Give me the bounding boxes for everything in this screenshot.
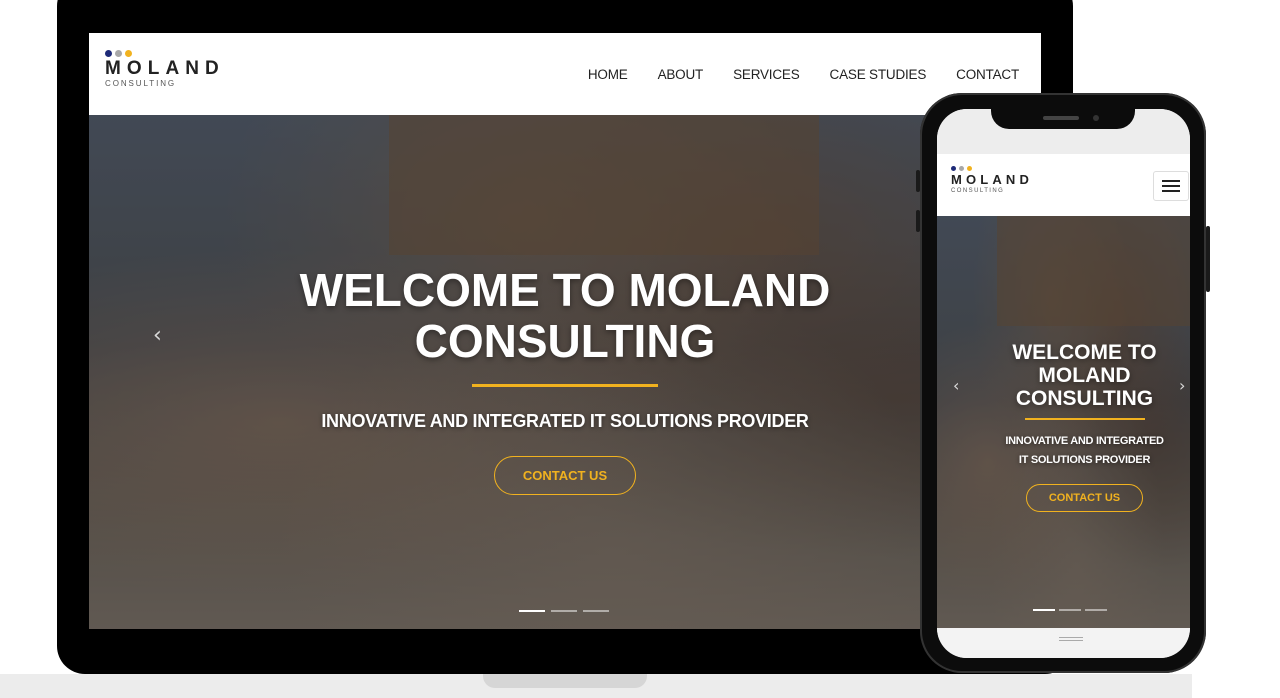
hero-divider bbox=[472, 384, 658, 388]
mobile-hero-title-line3: CONSULTING bbox=[1015, 387, 1154, 411]
logo-tagline: CONSULTING bbox=[105, 79, 177, 88]
laptop-hinge-notch bbox=[483, 674, 647, 688]
phone-camera bbox=[1093, 115, 1099, 121]
phone-speaker bbox=[1043, 116, 1079, 120]
logo-wordmark: MOLAND bbox=[105, 58, 225, 79]
nav-services[interactable]: SERVICES bbox=[733, 67, 800, 82]
carousel-indicators bbox=[519, 610, 609, 612]
contact-us-button[interactable]: CONTACT US bbox=[493, 456, 637, 496]
logo[interactable]: MOLAND CONSULTING bbox=[105, 50, 225, 88]
chevron-left-icon[interactable]: ‹ bbox=[953, 376, 959, 395]
hero-content: WELCOME TO MOLAND CONSULTING INNOVATIVE … bbox=[89, 265, 1041, 496]
hamburger-icon[interactable] bbox=[1153, 171, 1189, 201]
carousel-indicator[interactable] bbox=[1033, 609, 1055, 611]
carousel-indicator[interactable] bbox=[551, 610, 577, 612]
logo-wordmark: MOLAND bbox=[951, 172, 1034, 187]
carousel-indicators bbox=[1033, 609, 1107, 611]
mobile-hero-title: WELCOME TO MOLAND CONSULTING bbox=[979, 341, 1190, 410]
mobile-hero-title-line2: MOLAND bbox=[1038, 364, 1131, 388]
hero-title: WELCOME TO MOLAND CONSULTING bbox=[89, 265, 1041, 366]
nav-home[interactable]: HOME bbox=[588, 67, 628, 82]
hero-carousel: ‹ WELCOME TO MOLAND CONSULTING INNOVATIV… bbox=[89, 115, 1041, 629]
logo-tagline: CONSULTING bbox=[951, 188, 1005, 194]
mobile-hero-title-line1: WELCOME TO bbox=[1012, 341, 1157, 364]
main-nav: HOME ABOUT SERVICES CASE STUDIES CONTACT bbox=[588, 67, 1019, 82]
logo-dots bbox=[105, 50, 225, 57]
mobile-logo[interactable]: MOLAND CONSULTING bbox=[951, 166, 1033, 194]
hero-title-line2: CONSULTING bbox=[414, 314, 716, 367]
mobile-header: MOLAND CONSULTING bbox=[937, 154, 1190, 216]
logo-dots bbox=[951, 166, 1033, 171]
home-indicator bbox=[1059, 640, 1083, 641]
phone-notch bbox=[991, 97, 1135, 129]
carousel-indicator[interactable] bbox=[519, 610, 545, 612]
chevron-right-icon[interactable]: › bbox=[1179, 376, 1185, 395]
hero-divider bbox=[1024, 418, 1145, 421]
nav-case-studies[interactable]: CASE STUDIES bbox=[830, 67, 927, 82]
mobile-footer-bar bbox=[937, 628, 1190, 658]
mobile-contact-us-button[interactable]: CONTACT US bbox=[1025, 483, 1144, 512]
nav-contact[interactable]: CONTACT bbox=[956, 67, 1019, 82]
carousel-indicator[interactable] bbox=[1085, 609, 1107, 611]
home-indicator bbox=[1059, 637, 1083, 638]
hero-subtitle: INNOVATIVE AND INTEGRATED IT SOLUTIONS P… bbox=[321, 411, 809, 432]
chevron-left-icon[interactable]: ‹ bbox=[153, 323, 162, 348]
phone-volume-button bbox=[916, 170, 920, 192]
mobile-hero-subtitle: INNOVATIVE AND INTEGRATED IT SOLUTIONS P… bbox=[979, 432, 1190, 469]
hero-background-image bbox=[389, 115, 819, 255]
mobile-hero-subtitle-line1: INNOVATIVE AND INTEGRATED bbox=[1005, 435, 1164, 448]
carousel-indicator[interactable] bbox=[1059, 609, 1081, 611]
hero-title-line1: WELCOME TO MOLAND bbox=[299, 264, 831, 316]
carousel-indicator[interactable] bbox=[583, 610, 609, 612]
mobile-hero-content: WELCOME TO MOLAND CONSULTING INNOVATIVE … bbox=[979, 341, 1190, 512]
phone-side-button bbox=[1206, 226, 1210, 292]
phone-volume-button bbox=[916, 210, 920, 232]
site-header: MOLAND CONSULTING HOME ABOUT SERVICES CA… bbox=[89, 33, 1041, 115]
nav-about[interactable]: ABOUT bbox=[658, 67, 704, 82]
mobile-hero-subtitle-line2: IT SOLUTIONS PROVIDER bbox=[1018, 453, 1151, 466]
desktop-website: MOLAND CONSULTING HOME ABOUT SERVICES CA… bbox=[89, 33, 1041, 629]
